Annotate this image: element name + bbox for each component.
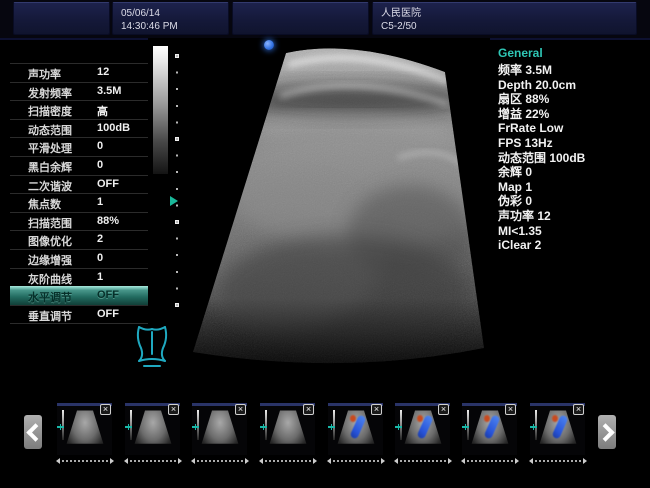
info-map: Map 1 — [498, 180, 648, 195]
param-row-focus-number[interactable]: 焦点数 1 — [10, 193, 148, 212]
close-icon[interactable]: × — [303, 404, 314, 415]
param-row-smoothing[interactable]: 平滑处理 0 — [10, 137, 148, 156]
info-dynamic-range: 动态范围 100dB — [498, 151, 648, 166]
header-blank-box-2 — [232, 2, 369, 35]
probe-orientation-dot — [264, 40, 274, 50]
grayscale-bar — [153, 46, 168, 174]
header-blank-box-1 — [13, 2, 110, 35]
info-frequency: 频率 3.5M — [498, 63, 648, 78]
param-row-scan-range[interactable]: 扫描范围 88% — [10, 212, 148, 231]
param-row-bw-persistence[interactable]: 黑白余辉 0 — [10, 156, 148, 175]
filmstrip-next-button[interactable] — [598, 415, 616, 449]
ultrasound-image-area — [148, 38, 490, 390]
thumbnail-6-doppler[interactable]: × — [395, 403, 450, 465]
thumbnail-caption-dots — [467, 460, 513, 462]
thumbnail-caption-dots — [535, 460, 581, 462]
param-row-image-optimize[interactable]: 图像优化 2 — [10, 230, 148, 249]
param-row-vertical-adjust[interactable]: 垂直调节 OFF — [10, 305, 148, 325]
thumbnail-caption-dots — [400, 460, 446, 462]
thumbnail-8-doppler[interactable]: × — [530, 403, 585, 465]
param-row-scan-density[interactable]: 扫描密度 高 — [10, 100, 148, 119]
thumbnail-caption-dots — [130, 460, 176, 462]
close-icon[interactable]: × — [573, 404, 584, 415]
thumbnail-2[interactable]: × — [125, 403, 180, 465]
close-icon[interactable]: × — [371, 404, 382, 415]
thumbnail-filmstrip: × × × × × — [0, 398, 650, 488]
info-persistence: 余辉 0 — [498, 165, 648, 180]
filmstrip-prev-button[interactable] — [24, 415, 42, 449]
info-gain: 增益 22% — [498, 107, 648, 122]
close-icon[interactable]: × — [100, 404, 111, 415]
close-icon[interactable]: × — [505, 404, 516, 415]
ultrasound-sector-image — [148, 38, 490, 390]
header-bar: 05/06/14 14:30:46 PM 人民医院 C5-2/50 — [0, 0, 650, 40]
thumbnail-3[interactable]: × — [192, 403, 247, 465]
thumbnail-caption-dots — [333, 460, 379, 462]
close-icon[interactable]: × — [438, 404, 449, 415]
param-row-tx-frequency[interactable]: 发射频率 3.5M — [10, 82, 148, 101]
thumbnail-5-doppler[interactable]: × — [328, 403, 383, 465]
close-icon[interactable]: × — [235, 404, 246, 415]
hospital-name: 人民医院 — [381, 7, 636, 20]
preset-title: General — [498, 46, 648, 60]
param-row-harmonic[interactable]: 二次谐波 OFF — [10, 175, 148, 194]
info-frame-rate: FrRate Low — [498, 121, 648, 136]
info-fps: FPS 13Hz — [498, 136, 648, 151]
info-iclear: iClear 2 — [498, 238, 648, 253]
chevron-right-icon — [596, 423, 614, 441]
info-sector: 扇区 88% — [498, 92, 648, 107]
date-label: 05/06/14 — [121, 7, 228, 20]
param-row-edge-enhance[interactable]: 边缘增强 0 — [10, 249, 148, 268]
datetime-box: 05/06/14 14:30:46 PM — [112, 2, 229, 35]
body-marker-icon[interactable] — [133, 320, 171, 370]
param-row-dynamic-range[interactable]: 动态范围 100dB — [10, 119, 148, 138]
thumbnail-caption-dots — [62, 460, 108, 462]
param-row-gray-curve[interactable]: 灰阶曲线 1 — [10, 268, 148, 287]
info-depth: Depth 20.0cm — [498, 78, 648, 93]
chevron-left-icon — [26, 423, 44, 441]
thumbnail-1[interactable]: × — [57, 403, 112, 465]
focus-arrow-icon[interactable] — [170, 196, 178, 206]
thumbnail-caption-dots — [265, 460, 311, 462]
parameter-panel: 声功率 12 发射频率 3.5M 扫描密度 高 动态范围 100dB 平滑处理 … — [10, 63, 148, 324]
info-acoustic-power: 声功率 12 — [498, 209, 648, 224]
thumbnail-7-doppler[interactable]: × — [462, 403, 517, 465]
depth-scale-minor-ticks — [176, 55, 178, 307]
param-row-acoustic-power[interactable]: 声功率 12 — [10, 63, 148, 82]
time-label: 14:30:46 PM — [121, 20, 228, 33]
thumbnail-caption-dots — [197, 460, 243, 462]
ultrasound-screen: 05/06/14 14:30:46 PM 人民医院 C5-2/50 声功率 12… — [0, 0, 650, 488]
thumbnail-4[interactable]: × — [260, 403, 315, 465]
hospital-box: 人民医院 C5-2/50 — [372, 2, 637, 35]
info-panel: General 频率 3.5M Depth 20.0cm 扇区 88% 增益 2… — [498, 46, 648, 253]
close-icon[interactable]: × — [168, 404, 179, 415]
probe-model: C5-2/50 — [381, 20, 636, 33]
info-pseudo-color: 伪彩 0 — [498, 194, 648, 209]
info-mi: MI<1.35 — [498, 224, 648, 239]
param-row-horizontal-adjust-selected[interactable]: 水平调节 OFF — [10, 286, 148, 305]
